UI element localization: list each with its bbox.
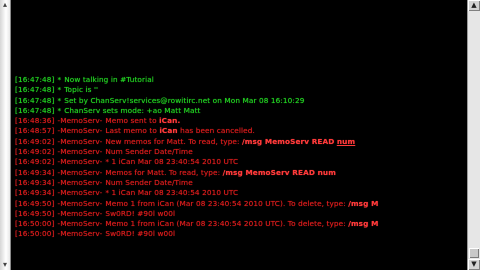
message-text: Num Sender Date/Time	[105, 147, 193, 157]
message-text: * 1 iCan Mar 08 23:40:54 2010 UTC	[105, 157, 239, 167]
timestamp: [16:49:02]	[15, 136, 55, 146]
message-sender: -MemoServ-	[57, 198, 103, 208]
message-highlight: /msg MemoServ READ	[242, 136, 335, 146]
message-text: Last memo to	[105, 126, 157, 136]
scroll-thumb[interactable]	[469, 248, 479, 258]
chat-line: [16:50:00] -MemoServ- Memo 1 from iCan (Ma…	[15, 219, 454, 229]
message-sender: *	[57, 105, 62, 115]
chat-line: [16:47:48] * Now talking in #Tutorial	[15, 75, 454, 85]
message-text: * 1 iCan Mar 08 23:40:54 2010 UTC	[105, 188, 239, 198]
message-sender: -MemoServ-	[57, 229, 103, 239]
timestamp: [16:47:48]	[15, 85, 55, 95]
chat-line: [16:50:00] -MemoServ- Sw0RD! #90l w00l	[15, 229, 454, 239]
message-text-suffix: has been cancelled.	[180, 126, 255, 136]
message-sender: -MemoServ-	[57, 219, 103, 229]
vertical-scrollbar[interactable]: ▲ ▼	[467, 0, 480, 270]
chat-line: [16:47:48] * Topic is ''	[15, 85, 454, 95]
chat-line: [16:48:57] -MemoServ- Last memo to iCan ha…	[15, 126, 454, 136]
chat-line: [16:49:02] -MemoServ- New memos for Matt. …	[15, 137, 454, 147]
message-text: Memo 1 from iCan (Mar 08 23:40:54 2010 U…	[105, 198, 346, 208]
timestamp: [16:47:48]	[15, 75, 55, 84]
message-sender: -MemoServ-	[57, 147, 103, 157]
timestamp: [16:49:34]	[15, 177, 55, 187]
timestamp: [16:49:50]	[15, 198, 55, 208]
message-sender: -MemoServ-	[57, 177, 103, 187]
timestamp: [16:50:00]	[15, 219, 55, 229]
timestamp: [16:49:34]	[15, 167, 55, 177]
message-text: Sw0RD! #90l w00l	[105, 229, 176, 239]
timestamp: [16:47:48]	[15, 105, 55, 115]
timestamp: [16:48:36]	[15, 116, 55, 126]
chat-line: [16:49:02] -MemoServ- Num Sender Date/Time	[15, 147, 454, 157]
message-highlight: /msg MemoServ READ num	[222, 167, 336, 177]
arrow-down-icon[interactable]: ▾	[1, 261, 9, 269]
message-text: Num Sender Date/Time	[105, 177, 193, 187]
timestamp: [16:49:02]	[15, 157, 55, 167]
timestamp: [16:49:34]	[15, 188, 55, 198]
message-sender: -MemoServ-	[57, 188, 103, 198]
arrow-down-icon[interactable]: ▼	[468, 259, 480, 270]
timestamp: [16:47:48]	[15, 95, 55, 105]
chat-lines: [16:47:48] * Now talking in #Tutorial [16:4…	[15, 75, 454, 240]
message-text: Topic is ''	[64, 85, 99, 95]
message-text: Memos for Matt. To read, type:	[105, 167, 221, 177]
message-sender: -MemoServ-	[57, 208, 103, 218]
chat-line: [16:49:34] -MemoServ- * 1 iCan Mar 08 23:4…	[15, 188, 454, 198]
message-sender: -MemoServ-	[57, 116, 103, 126]
chat-line: [16:49:50] -MemoServ- Memo 1 from iCan (Ma…	[15, 199, 454, 209]
chat-line: [16:47:48] * Set by ChanServ!services@rowi…	[15, 96, 454, 106]
chat-message-area[interactable]: [16:47:48] * Now talking in #Tutorial [16:4…	[12, 0, 454, 270]
arrow-up-icon[interactable]: ▲	[468, 0, 480, 11]
timestamp: [16:49:50]	[15, 208, 55, 218]
message-text: ChanServ sets mode: +ao Matt Matt	[64, 105, 201, 115]
message-text: Memo sent to	[105, 116, 157, 126]
message-text: Now talking in #Tutorial	[64, 75, 154, 84]
chat-line: [16:47:48] * ChanServ sets mode: +ao Matt …	[15, 106, 454, 116]
chat-line: [16:49:34] -MemoServ- Num Sender Date/Time	[15, 178, 454, 188]
message-sender: *	[57, 85, 62, 95]
chat-line: [16:49:34] -MemoServ- Memos for Matt. To r…	[15, 168, 454, 178]
message-highlight: iCan	[159, 126, 178, 136]
arrow-up-icon[interactable]: ▴	[1, 1, 9, 9]
message-text: Sw0RD! #90l w00l	[105, 208, 176, 218]
message-highlight: iCan.	[159, 116, 181, 126]
timestamp: [16:49:02]	[15, 147, 55, 157]
message-sender: -MemoServ-	[57, 167, 103, 177]
irc-client-window: ▴ ▾ [16:47:48] * Now talking in #Tutorial[…	[0, 0, 480, 270]
message-sender: *	[57, 75, 62, 84]
message-sender: -MemoServ-	[57, 157, 103, 167]
timestamp: [16:50:00]	[15, 229, 55, 239]
chat-line: [16:48:36] -MemoServ- Memo sent to iCan.	[15, 116, 454, 126]
chat-line: [16:49:02] -MemoServ- * 1 iCan Mar 08 23:4…	[15, 157, 454, 167]
message-sender: *	[57, 95, 62, 105]
chat-line: [16:49:50] -MemoServ- Sw0RD! #90l w00l	[15, 209, 454, 219]
left-panel-edge[interactable]: ▴ ▾	[0, 0, 11, 270]
message-text: Set by ChanServ!services@rowitirc.net on…	[64, 95, 305, 105]
message-underlined: num	[336, 136, 356, 146]
message-sender: -MemoServ-	[57, 126, 103, 136]
message-highlight: /msg M	[348, 219, 379, 229]
message-highlight: /msg M	[348, 198, 379, 208]
message-sender: -MemoServ-	[57, 136, 103, 146]
timestamp: [16:48:57]	[15, 126, 55, 136]
message-text: Memo 1 from iCan (Mar 08 23:40:54 2010 U…	[105, 219, 346, 229]
message-text: New memos for Matt. To read, type:	[105, 136, 240, 146]
